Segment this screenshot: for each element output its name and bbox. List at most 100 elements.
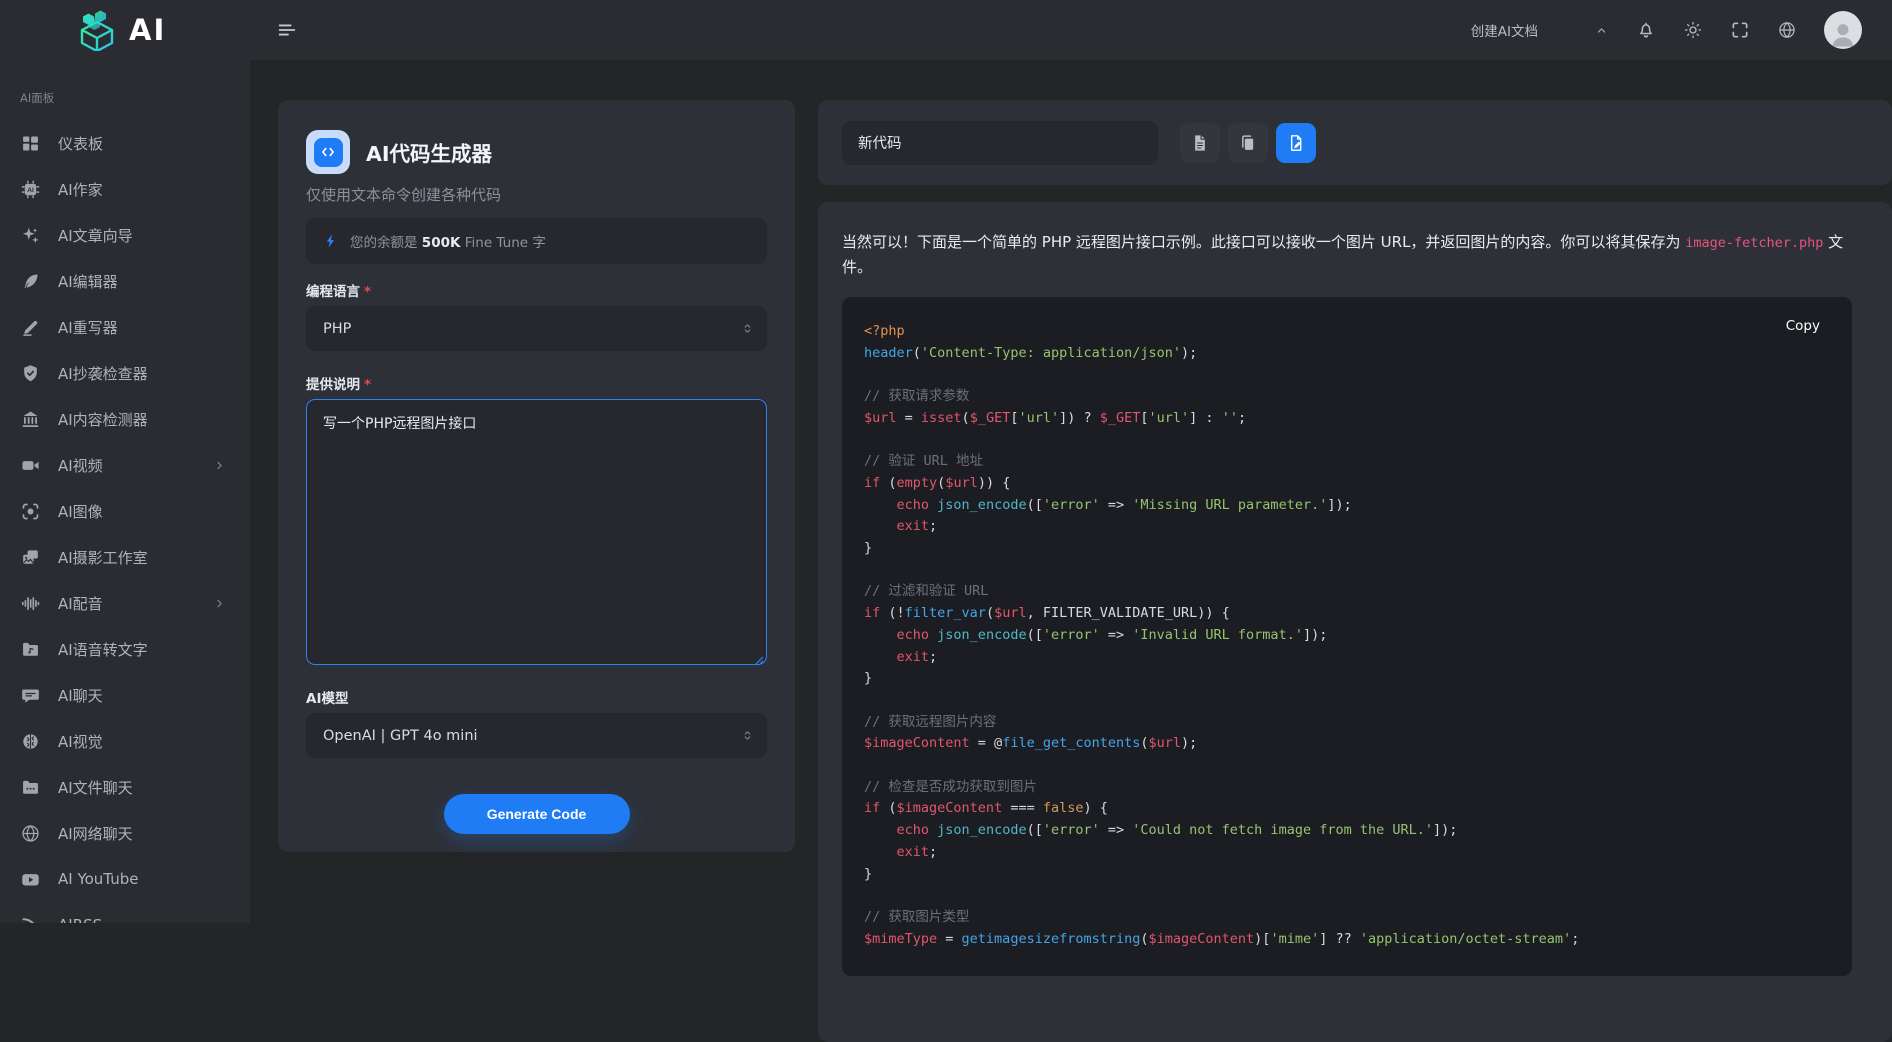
code-line: } [864, 864, 1830, 886]
sidebar-item-13[interactable]: AI视觉 [0, 718, 250, 764]
top-navbar: AI 创建AI文档 [0, 0, 1892, 60]
globe-icon[interactable] [1777, 20, 1797, 40]
sidebar-item-7[interactable]: AI视频 [0, 442, 250, 488]
sidebar-item-label: AI YouTube [58, 870, 138, 888]
instructions-textarea[interactable]: 写一个PHP远程图片接口 [307, 400, 766, 664]
code-content: <?phpheader('Content-Type: application/j… [864, 321, 1830, 950]
app-logo[interactable]: AI [0, 9, 166, 51]
sidebar-item-label: AI抄袭检查器 [58, 363, 148, 384]
sidebar-item-8[interactable]: AI图像 [0, 488, 250, 534]
sidebar-section-label: AI面板 [0, 90, 250, 106]
sidebar-item-9[interactable]: AI摄影工作室 [0, 534, 250, 580]
code-line: // 验证 URL 地址 [864, 451, 1830, 473]
new-document-button[interactable] [1180, 123, 1220, 163]
photo-studio-icon [20, 547, 41, 568]
sidebar-item-15[interactable]: AI网络聊天 [0, 810, 250, 856]
code-line: } [864, 668, 1830, 690]
code-line: $url = isset($_GET['url']) ? $_GET['url'… [864, 408, 1830, 430]
ai-chip-icon: AI [20, 179, 41, 200]
code-line: exit; [864, 647, 1830, 669]
sun-icon[interactable] [1683, 20, 1703, 40]
sidebar-item-label: AI文章向导 [58, 225, 133, 246]
generate-code-button[interactable]: Generate Code [444, 794, 630, 834]
sidebar-item-label: AI语音转文字 [58, 639, 148, 660]
inline-code-filename: image-fetcher.php [1685, 235, 1823, 251]
generator-badge [306, 130, 350, 174]
required-mark: * [364, 377, 371, 393]
intro-text: 当然可以！下面是一个简单的 PHP 远程图片接口示例。此接口可以接收一个图片 U… [842, 233, 1685, 251]
chevron-right-icon [213, 597, 226, 610]
sidebar-item-4[interactable]: AI重写器 [0, 304, 250, 350]
save-edit-icon [1286, 133, 1306, 153]
sidebar-item-12[interactable]: AI聊天 [0, 672, 250, 718]
bell-icon[interactable] [1636, 20, 1656, 40]
code-line: } [864, 538, 1830, 560]
copy-code-button[interactable]: Copy [1780, 317, 1826, 335]
code-line: $mimeType = getimagesizefromstring($imag… [864, 929, 1830, 951]
sidebar-item-16[interactable]: AI YouTube [0, 856, 250, 902]
duplicate-document-button[interactable] [1228, 123, 1268, 163]
sidebar-item-2[interactable]: AI文章向导 [0, 212, 250, 258]
sidebar-item-label: AI文件聊天 [58, 777, 133, 798]
youtube-icon [20, 869, 41, 890]
sidebar-item-11[interactable]: AI语音转文字 [0, 626, 250, 672]
chevron-up-icon[interactable] [1594, 23, 1609, 38]
code-line: if (empty($url)) { [864, 473, 1830, 495]
model-select[interactable]: OpenAI | GPT 4o mini [306, 713, 767, 758]
instructions-textarea-wrap: 写一个PHP远程图片接口 [306, 399, 767, 665]
code-line: echo json_encode(['error' => 'Missing UR… [864, 495, 1830, 517]
code-line: echo json_encode(['error' => 'Could not … [864, 820, 1830, 842]
brain-icon [20, 731, 41, 752]
sidebar-item-label: AI视频 [58, 455, 103, 476]
fullscreen-icon[interactable] [1730, 20, 1750, 40]
code-line: // 过滤和验证 URL [864, 581, 1830, 603]
code-line: // 检查是否成功获取到图片 [864, 777, 1830, 799]
document-icon [1190, 133, 1210, 153]
dashboard-grid-icon [20, 133, 41, 154]
code-line: <?php [864, 321, 1830, 343]
code-line: header('Content-Type: application/json')… [864, 343, 1830, 365]
sparkles-icon [20, 225, 41, 246]
user-avatar[interactable] [1824, 11, 1862, 49]
document-title-input[interactable] [842, 121, 1158, 165]
sidebar-item-17[interactable]: AIRSS [0, 902, 250, 923]
select-chevron-icon [740, 321, 755, 336]
code-line [864, 690, 1830, 712]
save-document-button[interactable] [1276, 123, 1316, 163]
code-line [864, 885, 1830, 907]
page-title: AI代码生成器 [366, 137, 492, 167]
sidebar-item-label: AI聊天 [58, 685, 103, 706]
resize-grip-icon[interactable] [753, 651, 764, 662]
folder-chat-icon [20, 777, 41, 798]
balance-text: 您的余额是 500K Fine Tune 字 [350, 231, 546, 251]
sidebar-item-14[interactable]: AI文件聊天 [0, 764, 250, 810]
sidebar-item-6[interactable]: AI内容检测器 [0, 396, 250, 442]
folder-music-icon [20, 639, 41, 660]
shield-check-icon [20, 363, 41, 384]
code-line: $imageContent = @file_get_contents($url)… [864, 733, 1830, 755]
instructions-label: 提供说明* [306, 373, 767, 391]
code-line: if ($imageContent === false) { [864, 798, 1830, 820]
sidebar-item-5[interactable]: AI抄袭检查器 [0, 350, 250, 396]
svg-text:AI: AI [27, 186, 34, 193]
sidebar-item-3[interactable]: AI编辑器 [0, 258, 250, 304]
sidebar-item-label: AI摄影工作室 [58, 547, 148, 568]
code-line: // 获取请求参数 [864, 386, 1830, 408]
hamburger-icon[interactable] [276, 19, 298, 41]
sidebar-item-1[interactable]: AIAI作家 [0, 166, 250, 212]
detector-icon [20, 409, 41, 430]
language-label: 编程语言* [306, 280, 767, 298]
balance-banner: 您的余额是 500K Fine Tune 字 [306, 218, 767, 264]
copy-pages-icon [1238, 133, 1258, 153]
ai-response-card: 当然可以！下面是一个简单的 PHP 远程图片接口示例。此接口可以接收一个图片 U… [818, 202, 1892, 1042]
sidebar-item-0[interactable]: 仪表板 [0, 120, 250, 166]
sidebar-item-label: AI配音 [58, 593, 103, 614]
language-select[interactable]: PHP [306, 306, 767, 351]
video-camera-icon [20, 455, 41, 476]
create-ai-doc-dropdown[interactable]: 创建AI文档 [1471, 20, 1538, 40]
document-toolbar [1180, 123, 1316, 163]
generator-header: AI代码生成器 [306, 130, 767, 174]
model-label: AI模型 [306, 687, 767, 705]
code-brackets-icon [314, 138, 343, 167]
sidebar-item-10[interactable]: AI配音 [0, 580, 250, 626]
